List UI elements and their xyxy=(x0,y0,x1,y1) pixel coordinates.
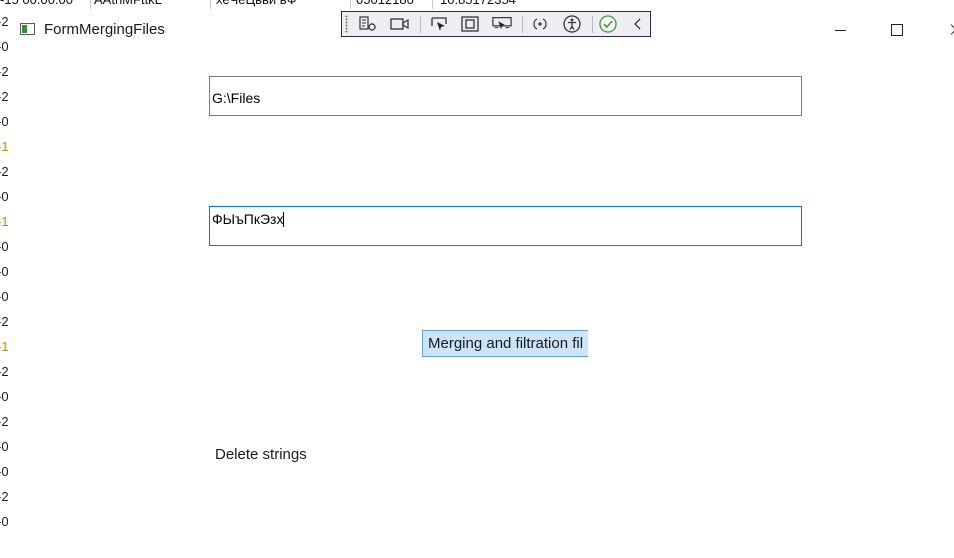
delete-strings-label: Delete strings xyxy=(215,446,307,463)
bg-row-prefix: -2 xyxy=(0,164,8,179)
bg-row-prefix: -0 xyxy=(0,114,8,129)
minimize-button[interactable] xyxy=(817,15,863,45)
accessibility-checker-icon[interactable] xyxy=(562,15,582,33)
bg-row-prefix: -0 xyxy=(0,439,8,454)
select-element-icon[interactable] xyxy=(430,15,450,33)
bg-row-prefix: -0 xyxy=(0,239,8,254)
bg-column-divider xyxy=(432,0,433,9)
bg-row-prefix: -0 xyxy=(0,389,8,404)
toolbar-separator xyxy=(420,16,421,33)
toolbar-grip[interactable] xyxy=(345,15,348,33)
toolbar-separator xyxy=(592,16,593,33)
bg-header-cell: AAtnMFttkL xyxy=(94,0,162,8)
collapse-chevron-icon[interactable] xyxy=(628,15,648,33)
bg-row-prefix: -2 xyxy=(0,89,8,104)
bg-row-prefix: -0 xyxy=(0,39,8,54)
bg-row-prefix: -0 xyxy=(0,289,8,304)
bg-column-divider xyxy=(90,0,91,9)
record-icon[interactable] xyxy=(390,15,410,33)
bg-header-cell: хеЧеЦвви вФ xyxy=(216,0,297,8)
bg-row-prefix: -2 xyxy=(0,314,8,329)
live-visual-tree-icon[interactable] xyxy=(358,15,378,33)
background-row-strip: -2 -0 -2 -2 -0 -1 -2 -0 -1 -0 -0 -0 -2 -1 -2 -0 -2 -0 -0 -2… xyxy=(0,9,8,558)
bg-row-prefix: -1 xyxy=(0,139,8,154)
bg-row-prefix: -0 xyxy=(0,514,8,529)
filter-input-text: ФЫъПкЭзх xyxy=(212,211,284,227)
path-input[interactable] xyxy=(209,76,802,116)
toolbar-separator xyxy=(522,16,523,33)
bg-row-prefix: -0 xyxy=(0,464,8,479)
bg-column-divider xyxy=(350,0,351,9)
bg-row-prefix: -2 xyxy=(0,14,8,29)
confirm-check-icon[interactable] xyxy=(598,15,618,33)
bg-row-prefix: -2 xyxy=(0,414,8,429)
bg-row-prefix: -1 xyxy=(0,339,8,354)
bg-column-divider xyxy=(210,0,211,9)
bg-header-cell: 10.85172354 xyxy=(440,0,516,8)
filter-input[interactable]: ФЫъПкЭзх xyxy=(209,206,802,246)
close-button[interactable] xyxy=(932,15,954,45)
runtime-debug-toolbar xyxy=(341,11,651,37)
maximize-button[interactable] xyxy=(874,15,920,45)
app-icon xyxy=(20,23,35,35)
display-layout-adorners-icon[interactable] xyxy=(460,15,480,33)
bg-row-prefix: -2 xyxy=(0,64,8,79)
hot-reload-icon[interactable] xyxy=(530,15,550,33)
bg-row-prefix: -0 xyxy=(0,189,8,204)
bg-row-prefix: -2 xyxy=(0,364,8,379)
bg-row-prefix: -0 xyxy=(0,264,8,279)
track-focused-element-icon[interactable] xyxy=(492,15,512,33)
merge-and-filter-button[interactable]: Merging and filtration fil xyxy=(422,330,588,357)
bg-header-cell: 05012180 xyxy=(356,0,414,8)
window-title: FormMergingFiles xyxy=(44,21,165,38)
form-merging-files-window: FormMergingFiles ФЫъПкЭзх Merging and fi… xyxy=(8,9,954,558)
bg-header-cell: -15 00.00.00 xyxy=(0,0,73,8)
bg-row-prefix: -2 xyxy=(0,489,8,504)
text-caret xyxy=(283,212,285,227)
bg-row-prefix: -1 xyxy=(0,214,8,229)
